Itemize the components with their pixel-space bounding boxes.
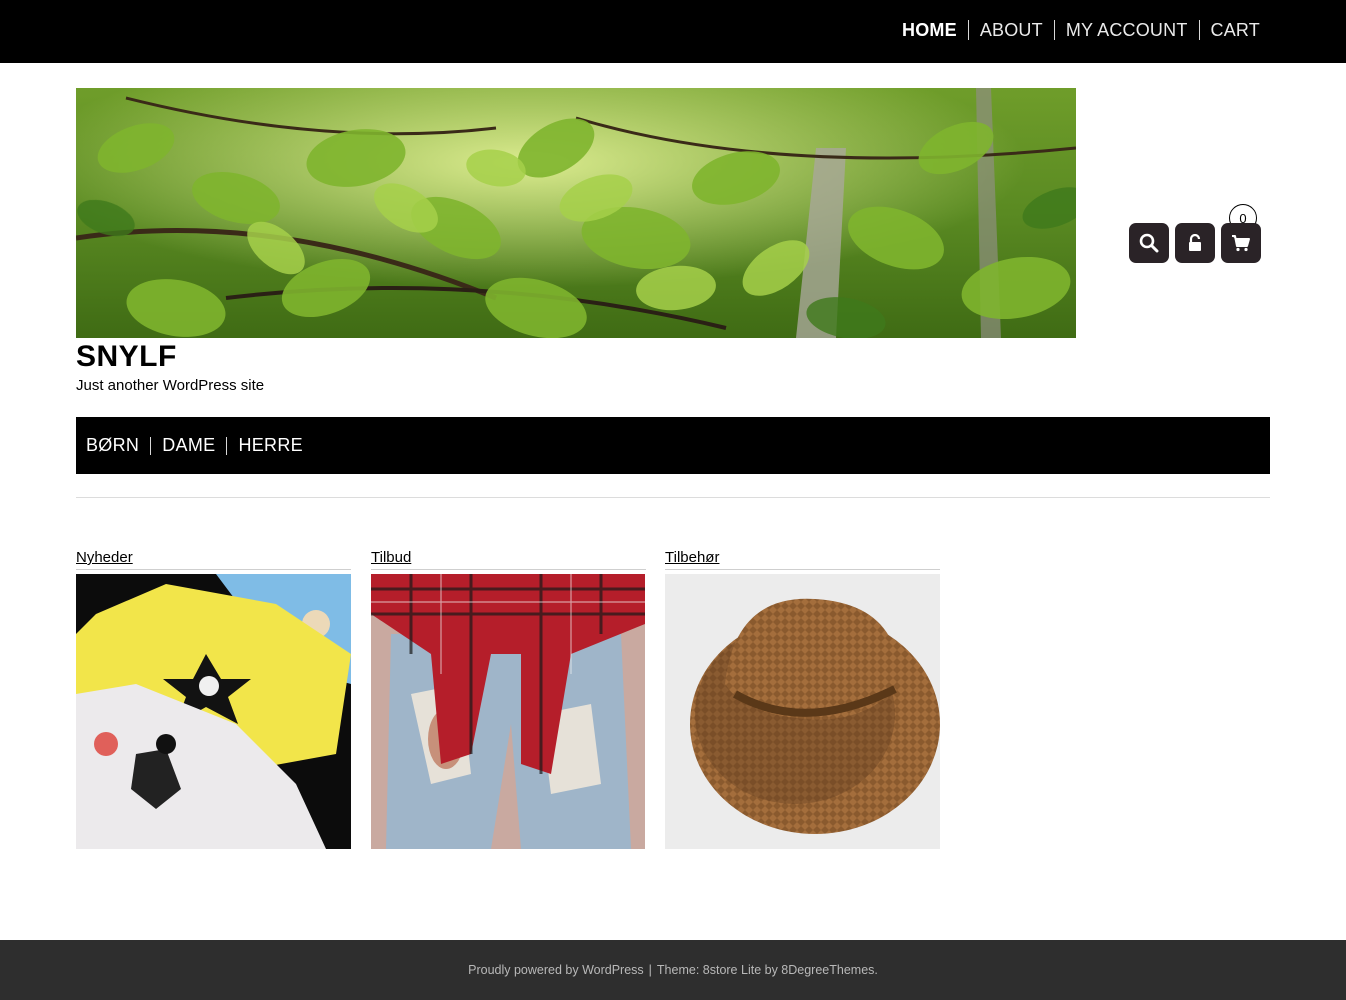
search-button[interactable]: [1129, 223, 1169, 263]
product-title-link[interactable]: Tilbud: [371, 549, 646, 570]
footer-separator: |: [648, 963, 652, 977]
baby-bodysuits-image[interactable]: [76, 574, 351, 849]
cart-button[interactable]: [1221, 223, 1261, 263]
footer-powered-link[interactable]: Proudly powered by WordPress: [468, 963, 644, 977]
site-tagline: Just another WordPress site: [76, 377, 265, 394]
category-navigation: BØRN DAME HERRE: [76, 417, 1270, 474]
product-card-nyheder: Nyheder: [76, 549, 351, 849]
site-title[interactable]: SNYLF: [76, 340, 177, 374]
nav-cart-link[interactable]: CART: [1198, 20, 1260, 40]
unlock-icon: [1189, 234, 1201, 251]
category-dame-link[interactable]: DAME: [150, 435, 226, 455]
login-button[interactable]: [1175, 223, 1215, 263]
ripped-jeans-image[interactable]: [371, 574, 646, 849]
header-icon-buttons: [1129, 223, 1261, 263]
cart-icon: [1232, 235, 1250, 252]
nav-my-account-link[interactable]: MY ACCOUNT: [1053, 20, 1199, 40]
product-title-link[interactable]: Nyheder: [76, 549, 351, 570]
category-born-link[interactable]: BØRN: [86, 435, 150, 455]
search-icon: [1139, 233, 1159, 253]
product-card-tilbud: Tilbud: [371, 549, 646, 849]
top-bar: HOME ABOUT MY ACCOUNT CART: [0, 0, 1346, 63]
category-herre-link[interactable]: HERRE: [226, 435, 314, 455]
site-footer: Proudly powered by WordPress | Theme: 8s…: [0, 940, 1346, 1000]
nav-home-link[interactable]: HOME: [891, 20, 968, 40]
header-banner-image: [76, 88, 1076, 338]
footer-theme-link[interactable]: Theme: 8store Lite by 8DegreeThemes.: [657, 963, 878, 977]
product-card-tilbehor: Tilbehør: [665, 549, 940, 849]
top-navigation: HOME ABOUT MY ACCOUNT CART: [891, 20, 1260, 40]
content-divider: [76, 497, 1270, 498]
product-title-link[interactable]: Tilbehør: [665, 549, 940, 570]
wicker-hat-image[interactable]: [665, 574, 940, 849]
nav-about-link[interactable]: ABOUT: [967, 20, 1054, 40]
